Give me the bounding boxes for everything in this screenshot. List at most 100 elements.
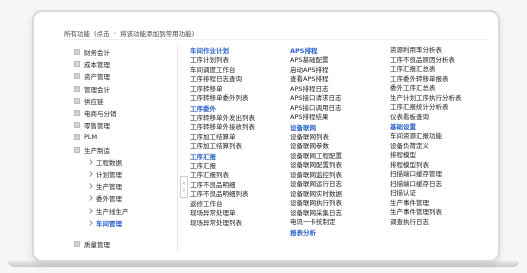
- function-link[interactable]: 工序汇报汇总表: [390, 65, 498, 75]
- function-link[interactable]: 委外工序汇总表: [390, 84, 498, 94]
- function-link[interactable]: 扫描端口缓存管理: [390, 170, 498, 180]
- function-link[interactable]: 电讯一卡统制定: [290, 218, 386, 228]
- sidebar-item-assets[interactable]: 资产管理: [64, 70, 177, 82]
- function-link[interactable]: 生产计划工序执行分析表: [390, 94, 498, 104]
- sidebar-item-manufacturing[interactable]: 生产制造: [64, 144, 177, 156]
- folder-icon: [74, 110, 80, 117]
- function-link[interactable]: APS排程结果: [290, 113, 386, 123]
- sidebar-item-cost[interactable]: 成本管理: [64, 58, 177, 70]
- function-link[interactable]: 工序汇报: [190, 162, 286, 172]
- group-title: 基础设置: [390, 123, 416, 131]
- folder-icon: [74, 122, 80, 129]
- sidebar-subitem-line-production[interactable]: 生产线生产: [64, 204, 177, 216]
- function-link[interactable]: 生产事件管理: [390, 199, 498, 209]
- chevron-right-icon: [87, 219, 93, 226]
- sidebar-subitem-outsourcing[interactable]: 委外管理: [64, 192, 177, 204]
- sidebar-item-mgmt-accounting[interactable]: 管理会计: [64, 83, 177, 95]
- folder-icon: [74, 146, 80, 153]
- column-aps: APS排程 APS基础配置 启动APS排程 查看APS排程 APS排程日志 AP…: [290, 46, 386, 238]
- sidebar-item-retail[interactable]: 零售管理: [64, 119, 177, 131]
- function-link[interactable]: APS接口调用日志: [290, 104, 386, 114]
- function-link[interactable]: 设备联网运行日志: [290, 180, 386, 190]
- function-link[interactable]: 工序转移单外发出列表: [190, 114, 286, 124]
- function-link[interactable]: 工序不良品原因分析表: [390, 56, 498, 66]
- sidebar-item-finance[interactable]: 财务会计: [64, 46, 177, 58]
- function-link[interactable]: 工序汇报统计分析表: [390, 103, 498, 113]
- function-link[interactable]: 现场异常处理列表: [190, 219, 286, 229]
- function-link[interactable]: APS排程日志: [290, 85, 386, 95]
- function-link[interactable]: APS接口请求日志: [290, 94, 386, 104]
- folder-icon: [74, 97, 80, 104]
- chevron-left-icon: ‹: [182, 180, 186, 187]
- chevron-right-icon: [87, 207, 93, 214]
- folder-icon: [74, 73, 80, 80]
- breadcrumb-root[interactable]: 所有功能: [64, 28, 90, 38]
- sidebar-subitem-engineering[interactable]: 工程数据: [64, 156, 177, 168]
- group-title: 报表分析: [290, 228, 316, 237]
- function-link[interactable]: 排程模型列表: [390, 161, 498, 171]
- function-link[interactable]: 工序不良品明细: [190, 181, 286, 191]
- function-link[interactable]: 工序转移单: [190, 85, 286, 95]
- function-link[interactable]: 工序计划列表: [190, 56, 286, 66]
- function-link[interactable]: 资源利用率分析表: [390, 46, 498, 56]
- function-link[interactable]: 设备联网监控列表: [290, 171, 386, 181]
- function-link[interactable]: 工序不良品明细列表: [190, 190, 286, 200]
- function-link[interactable]: 设备联网执行列表: [290, 199, 386, 209]
- group-title: 工序汇报: [190, 152, 216, 161]
- function-link[interactable]: 启动APS排程: [290, 66, 386, 76]
- sidebar-subitem-planning[interactable]: 计划管理: [64, 168, 177, 180]
- group-title: 车间作业计划: [190, 47, 229, 55]
- function-link[interactable]: 车间资源汇报功能: [390, 132, 498, 142]
- function-link[interactable]: 扫描认证: [390, 189, 498, 199]
- sidebar-item-quality[interactable]: 质量管理: [64, 238, 177, 250]
- function-link[interactable]: 查看APS排程: [290, 75, 386, 85]
- function-link[interactable]: 设备联网工程配置: [290, 152, 386, 162]
- sidebar: 财务会计 成本管理 资产管理 管理会计 供应链 电商与分销 零售管理 PLM 生…: [64, 46, 178, 252]
- function-panel: 车间作业计划 工序计划列表 车间调度工作台 工序排程日志查询 工序转移单 工序转…: [190, 46, 488, 252]
- function-link[interactable]: 扫描端口缓存日志: [390, 180, 498, 190]
- function-link[interactable]: 设备负荷定义: [390, 142, 498, 152]
- function-link[interactable]: 设备联网配置列表: [290, 161, 386, 171]
- group-title: APS排程: [290, 47, 318, 55]
- sidebar-item-ecommerce[interactable]: 电商与分销: [64, 107, 177, 119]
- sidebar-collapse-toggle[interactable]: ‹ ›: [180, 176, 188, 198]
- sidebar-subitem-production[interactable]: 生产管理: [64, 180, 177, 192]
- column-workshop: 车间作业计划 工序计划列表 车间调度工作台 工序排程日志查询 工序转移单 工序转…: [190, 46, 286, 228]
- function-link[interactable]: 工序排程日志查询: [190, 75, 286, 85]
- sidebar-item-supply-chain[interactable]: 供应链: [64, 95, 177, 107]
- function-link[interactable]: 工序加工结算列表: [190, 142, 286, 152]
- chevron-right-icon: [87, 158, 93, 165]
- function-link[interactable]: 设备联网列表: [290, 133, 386, 143]
- chevron-right-icon: [87, 195, 93, 202]
- function-link[interactable]: 返修工作台: [190, 200, 286, 210]
- breadcrumb-hint: (点击: [94, 29, 110, 38]
- function-link[interactable]: 设备联网实时数据: [290, 190, 386, 200]
- sidebar-subitem-workshop[interactable]: 车间管理: [64, 217, 177, 229]
- function-link[interactable]: 现场异常处理单: [190, 209, 286, 219]
- function-link[interactable]: 排程模型: [390, 151, 498, 161]
- folder-icon: [74, 240, 80, 247]
- folder-icon: [74, 134, 80, 141]
- sidebar-item-plm[interactable]: PLM: [64, 131, 177, 143]
- breadcrumb-hint-text: 将该功能添加到常用功能): [120, 29, 195, 38]
- function-link[interactable]: 生产事件管理列表: [390, 208, 498, 218]
- function-link[interactable]: 调查执行日志: [390, 218, 498, 228]
- folder-icon: [74, 61, 80, 68]
- function-link[interactable]: 工序委外转移单报表: [390, 75, 498, 85]
- function-link[interactable]: 仪表看板查询: [390, 113, 498, 123]
- function-link[interactable]: 设备联网参数: [290, 142, 386, 152]
- function-link[interactable]: APS基础配置: [290, 56, 386, 66]
- group-title: 工序委外: [190, 104, 216, 113]
- function-link[interactable]: 工序加工结算单: [190, 133, 286, 143]
- folder-icon: [74, 85, 80, 92]
- function-link[interactable]: 设备联网采集日志: [290, 209, 386, 219]
- function-link[interactable]: 工序汇报列表: [190, 171, 286, 181]
- group-title: 设备联网: [290, 123, 316, 132]
- folder-icon: [74, 49, 80, 56]
- app-screen: 所有功能 (点击 › 将该功能添加到常用功能) 财务会计 成本管理 资产管理 管…: [64, 26, 488, 252]
- function-link[interactable]: 工序转移单委外列表: [190, 94, 286, 104]
- chevron-right-icon: ›: [113, 28, 117, 37]
- function-link[interactable]: 工序转移单外接收列表: [190, 123, 286, 133]
- chevron-right-icon: ›: [182, 187, 186, 194]
- function-link[interactable]: 车间调度工作台: [190, 66, 286, 76]
